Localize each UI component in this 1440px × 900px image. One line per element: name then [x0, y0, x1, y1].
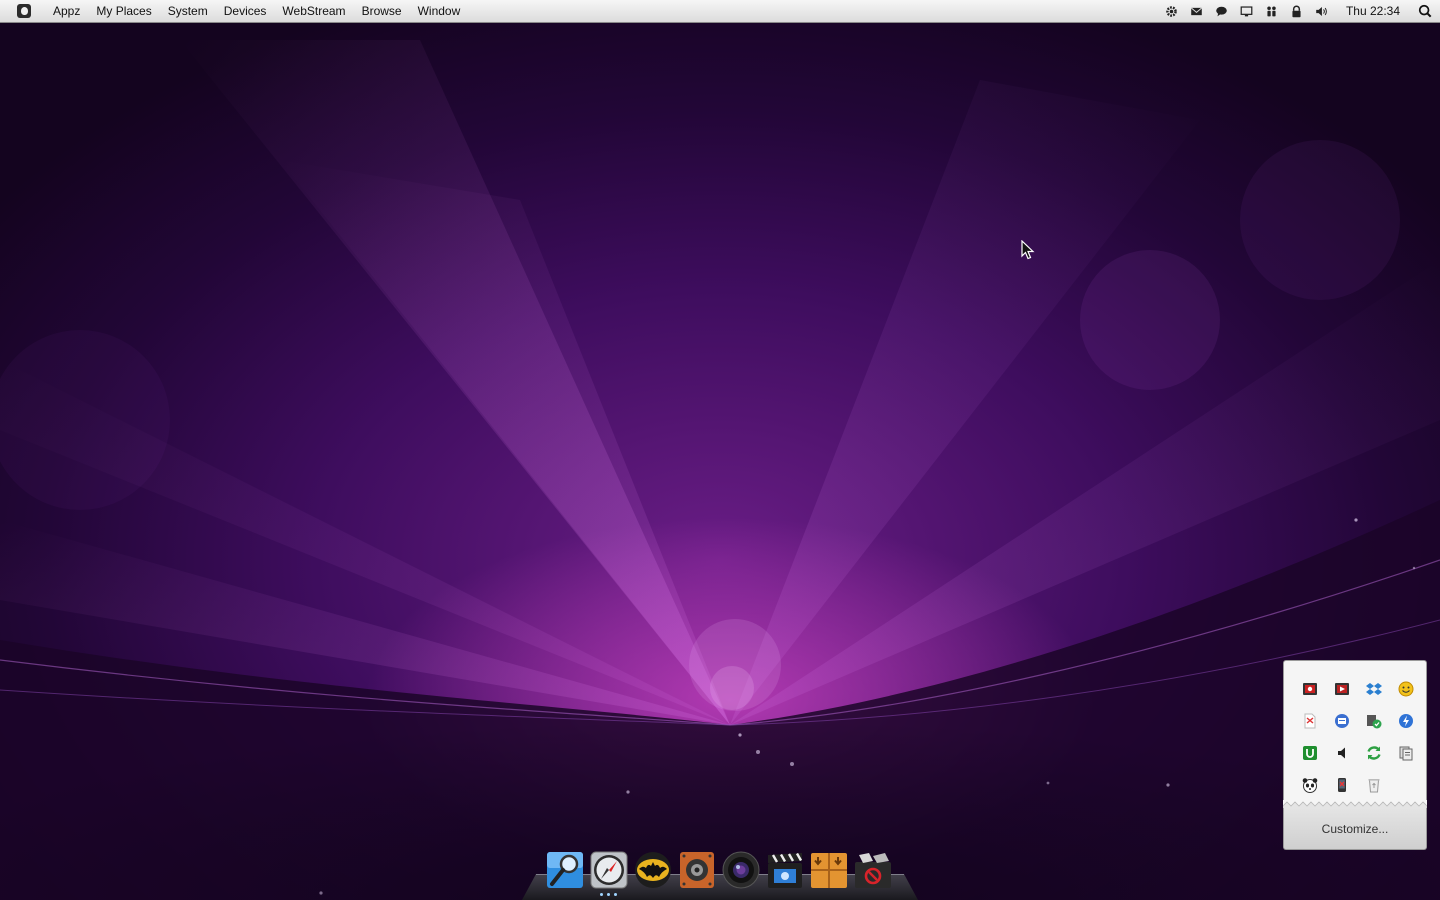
- trash-utility-icon[interactable]: [852, 848, 894, 892]
- desktop-wallpaper: [0, 0, 1440, 900]
- clipboard-icon[interactable]: [1390, 737, 1422, 769]
- tray-icon-panel: [1283, 660, 1427, 806]
- customize-label: Customize...: [1321, 821, 1389, 836]
- emoticon-icon[interactable]: [1390, 673, 1422, 705]
- menu-my-places[interactable]: My Places: [88, 0, 159, 22]
- speaker-system-icon[interactable]: [676, 848, 718, 892]
- dock-running-indicator: [600, 893, 620, 896]
- users-icon[interactable]: [1259, 0, 1284, 22]
- panda-antivirus-icon[interactable]: [1294, 769, 1326, 801]
- finder-magnifier-icon[interactable]: [544, 848, 586, 892]
- menu-webstream[interactable]: WebStream: [274, 0, 353, 22]
- display-icon[interactable]: [1234, 0, 1259, 22]
- chat-bubble-icon[interactable]: [1209, 0, 1234, 22]
- sync-icon[interactable]: [1358, 737, 1390, 769]
- utorrent-icon[interactable]: [1294, 737, 1326, 769]
- menu-browse[interactable]: Browse: [354, 0, 410, 22]
- menubar-clock[interactable]: Thu 22:34: [1334, 4, 1410, 18]
- dropbox-icon[interactable]: [1358, 673, 1390, 705]
- apple-logo-icon[interactable]: [17, 4, 31, 18]
- speaker-icon[interactable]: [1326, 737, 1358, 769]
- system-tray-popup: Customize...: [1283, 660, 1427, 850]
- security-shield-icon[interactable]: [1358, 705, 1390, 737]
- menu-system[interactable]: System: [160, 0, 216, 22]
- batman-game-icon[interactable]: [632, 848, 674, 892]
- printer-icon[interactable]: [1326, 705, 1358, 737]
- downloads-box-icon[interactable]: [808, 848, 850, 892]
- mail-icon[interactable]: [1184, 0, 1209, 22]
- lock-icon[interactable]: [1284, 0, 1309, 22]
- menubar-status-area: Thu 22:34: [1159, 0, 1440, 22]
- spotlight-search-icon[interactable]: [1410, 0, 1440, 22]
- camera-lens-icon[interactable]: [720, 848, 762, 892]
- safari-compass-icon[interactable]: [588, 848, 630, 892]
- power-icon[interactable]: [1390, 705, 1422, 737]
- media-player-alt-icon[interactable]: [1326, 673, 1358, 705]
- media-player-icon[interactable]: [1294, 673, 1326, 705]
- recycle-bin-icon[interactable]: [1358, 769, 1390, 801]
- mouse-pointer-icon: [1021, 240, 1035, 260]
- tray-icon-grid: [1294, 673, 1422, 801]
- customize-button[interactable]: Customize...: [1283, 808, 1427, 850]
- menu-appz[interactable]: Appz: [45, 0, 88, 22]
- pdf-document-icon[interactable]: [1294, 705, 1326, 737]
- menu-window[interactable]: Window: [410, 0, 469, 22]
- volume-icon[interactable]: [1309, 0, 1334, 22]
- video-clapperboard-icon[interactable]: [764, 848, 806, 892]
- menu-devices[interactable]: Devices: [216, 0, 275, 22]
- dock: [544, 848, 894, 892]
- gear-icon[interactable]: [1159, 0, 1184, 22]
- wallpaper-light-rays: [0, 40, 1440, 900]
- phone-icon[interactable]: [1326, 769, 1358, 801]
- menu-bar: Appz My Places System Devices WebStream …: [0, 0, 1440, 23]
